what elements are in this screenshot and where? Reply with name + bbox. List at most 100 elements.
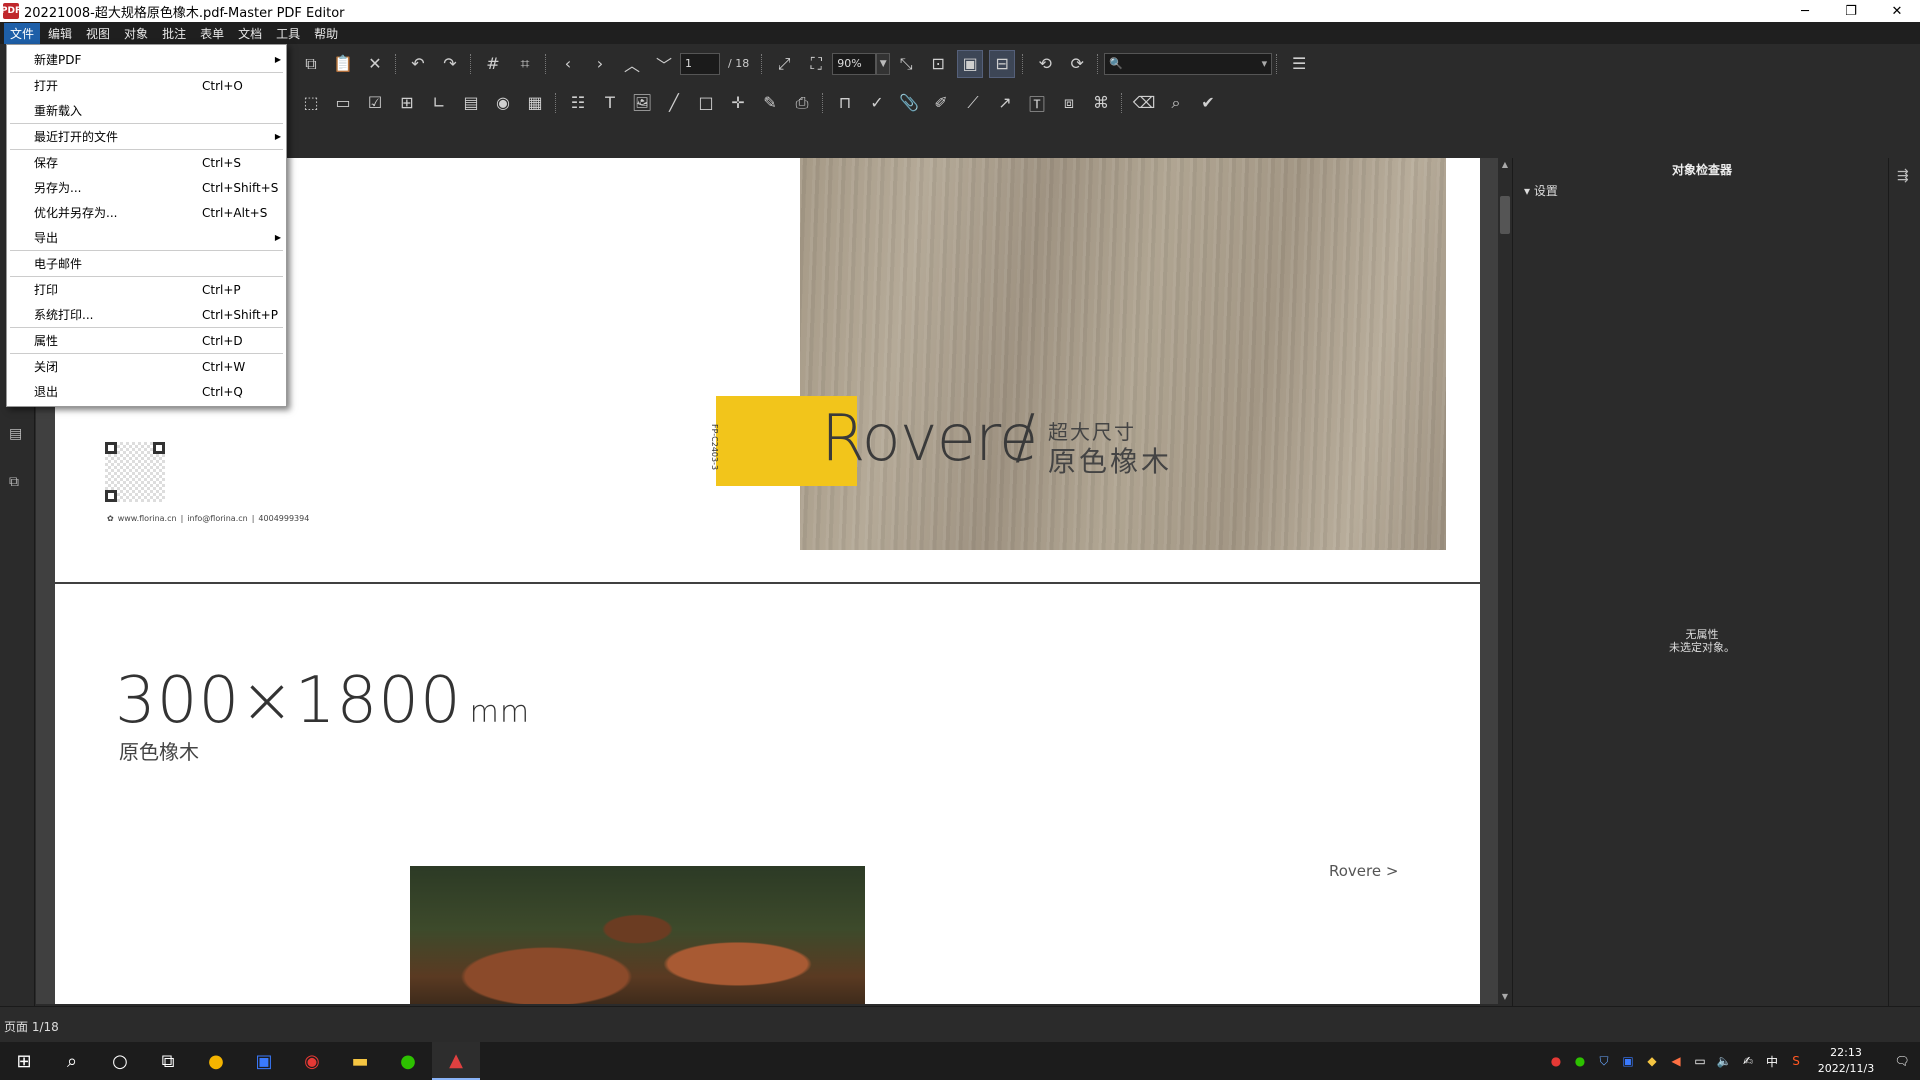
taskbar-search-icon[interactable]: ⌕ <box>48 1042 96 1080</box>
file-menu-item[interactable]: 新建PDF ▶ <box>7 47 286 72</box>
highlight-box-icon[interactable]: ⊓ <box>832 89 858 117</box>
file-menu-item[interactable]: 电子邮件 <box>7 251 286 276</box>
pencil-icon[interactable]: ✎ <box>757 89 783 117</box>
panel-divider[interactable] <box>1512 158 1513 1006</box>
wechat-icon[interactable]: ● <box>384 1042 432 1080</box>
tray-display-icon[interactable]: ▭ <box>1688 1042 1712 1080</box>
continuous-icon[interactable]: ⊟ <box>989 49 1016 78</box>
file-menu-item[interactable]: 重新载入 <box>7 98 286 123</box>
snap-grid-icon[interactable]: ⌗ <box>512 50 538 78</box>
stamp-icon[interactable]: ⎙ <box>789 89 815 117</box>
prev-page-icon[interactable]: ‹ <box>555 50 581 78</box>
add-text-icon[interactable]: T <box>597 89 623 117</box>
rotate-left-icon[interactable]: ⟲ <box>1032 50 1058 78</box>
next-page-icon[interactable]: › <box>587 50 613 78</box>
rotate-right-icon[interactable]: ⟳ <box>1064 50 1090 78</box>
text-field-icon[interactable]: ▭ <box>330 89 356 117</box>
rectangle-icon[interactable]: □ <box>693 89 719 117</box>
master-pdf-taskbar-icon[interactable]: ▲ <box>432 1042 480 1080</box>
file-menu-item[interactable]: 优化并另存为... Ctrl+Alt+S <box>7 200 286 225</box>
menu-4[interactable]: 批注 <box>156 23 192 44</box>
zoom-region-icon[interactable]: ⊡ <box>925 50 951 78</box>
last-page-icon[interactable]: ﹀ <box>651 50 677 78</box>
panel-options-icon[interactable]: ⇶ <box>1897 168 1909 184</box>
attach-icon[interactable]: 📎 <box>896 89 922 117</box>
signature-field-icon[interactable]: ▦ <box>522 89 548 117</box>
file-menu-item[interactable]: 最近打开的文件 ▶ <box>7 124 286 149</box>
task-view-icon[interactable]: ⧉ <box>144 1042 192 1080</box>
list-icon[interactable]: ∟ <box>426 89 452 117</box>
settings-section[interactable]: ▾ 设置 <box>1524 182 1558 199</box>
link-icon[interactable]: ⌘ <box>1088 89 1114 117</box>
menu-8[interactable]: 帮助 <box>308 23 344 44</box>
delete-icon[interactable]: ✕ <box>362 50 388 78</box>
volume-icon[interactable]: 🔈 <box>1712 1042 1736 1080</box>
first-page-icon[interactable]: ︿ <box>619 50 645 78</box>
text-box-icon[interactable]: 🅃 <box>1024 89 1050 117</box>
search-text-icon[interactable]: ⌕ <box>1163 89 1189 117</box>
file-menu-item[interactable]: 保存 Ctrl+S <box>7 150 286 175</box>
file-menu-item[interactable]: 打印 Ctrl+P <box>7 277 286 302</box>
actual-size-icon[interactable]: ⛶ <box>803 50 829 78</box>
shape-icon[interactable]: ✛ <box>725 89 751 117</box>
checkbox-icon[interactable]: ☑ <box>362 89 388 117</box>
tray-wechat-icon[interactable]: ● <box>1568 1042 1592 1080</box>
measure-icon[interactable]: ⧈ <box>1056 89 1082 117</box>
approve-icon[interactable]: ✔ <box>1195 89 1221 117</box>
chrome-icon[interactable]: ● <box>192 1042 240 1080</box>
ime-indicator[interactable]: 中 <box>1760 1042 1784 1080</box>
select-icon[interactable]: ⬚ <box>298 89 324 117</box>
notifications-icon[interactable]: 🗨 <box>1884 1042 1920 1080</box>
button-field-icon[interactable]: ⊞ <box>394 89 420 117</box>
pen-icon[interactable]: ✍ <box>1736 1042 1760 1080</box>
page-number-input[interactable] <box>680 52 720 75</box>
file-menu-item[interactable]: 打开 Ctrl+O <box>7 73 286 98</box>
menu-0[interactable]: 文件 <box>4 22 41 44</box>
bookmarks-panel-icon[interactable]: ▤ <box>9 426 27 442</box>
grid-icon[interactable]: # <box>480 50 506 78</box>
scroll-up-icon[interactable]: ▲ <box>1499 160 1511 172</box>
edit-text-icon[interactable]: ☷ <box>565 89 591 117</box>
menu-2[interactable]: 视图 <box>80 23 116 44</box>
redo-icon[interactable]: ↷ <box>437 50 463 78</box>
menu-5[interactable]: 表单 <box>194 23 230 44</box>
eraser-icon[interactable]: ⌫ <box>1131 89 1157 117</box>
fit-width-icon[interactable]: ⤡ <box>893 50 919 78</box>
menu-6[interactable]: 文档 <box>232 23 268 44</box>
file-explorer-icon[interactable]: ▬ <box>336 1042 384 1080</box>
checkmark-icon[interactable]: ✓ <box>864 89 890 117</box>
menu-7[interactable]: 工具 <box>270 23 306 44</box>
paste-icon[interactable]: 📋 <box>330 50 356 78</box>
arrow-icon[interactable]: ↗ <box>992 89 1018 117</box>
search-dropdown-icon[interactable]: ▾ <box>1262 57 1268 70</box>
file-menu-item[interactable]: 关闭 Ctrl+W <box>7 354 286 379</box>
clock[interactable]: 22:13 2022/11/3 <box>1808 1045 1884 1077</box>
tray-network-icon[interactable]: ◀ <box>1664 1042 1688 1080</box>
tray-shield-icon[interactable]: ⛉ <box>1592 1042 1616 1080</box>
file-menu-item[interactable]: 系统打印... Ctrl+Shift+P <box>7 302 286 327</box>
copy-icon[interactable]: ⧉ <box>298 50 324 78</box>
dingtalk-icon[interactable]: ▣ <box>240 1042 288 1080</box>
scroll-down-icon[interactable]: ▼ <box>1499 992 1511 1004</box>
menu-icon[interactable]: ☰ <box>1286 50 1312 78</box>
sogou-icon[interactable]: S <box>1784 1042 1808 1080</box>
minimize-button[interactable]: ─ <box>1782 0 1828 22</box>
fit-page-icon[interactable]: ⤢ <box>771 50 797 78</box>
cortana-icon[interactable]: ○ <box>96 1042 144 1080</box>
radio-icon[interactable]: ◉ <box>490 89 516 117</box>
tray-record-icon[interactable]: ● <box>1544 1042 1568 1080</box>
file-menu-item[interactable]: 退出 Ctrl+Q <box>7 379 286 404</box>
highlighter-icon[interactable]: ✐ <box>928 89 954 117</box>
pages-panel-icon[interactable]: ⧉ <box>9 474 27 490</box>
start-icon[interactable]: ⊞ <box>0 1042 48 1080</box>
file-menu-item[interactable]: 属性 Ctrl+D <box>7 328 286 353</box>
menu-1[interactable]: 编辑 <box>42 23 78 44</box>
draw-line-icon[interactable]: ⟋ <box>960 89 986 117</box>
search-input[interactable]: 🔍 ▾ <box>1104 52 1273 75</box>
menu-3[interactable]: 对象 <box>118 23 154 44</box>
recorder-icon[interactable]: ◉ <box>288 1042 336 1080</box>
combo-icon[interactable]: ▤ <box>458 89 484 117</box>
add-image-icon[interactable]: 🖼 <box>629 89 655 117</box>
zoom-dropdown-icon[interactable]: ▼ <box>876 52 891 75</box>
single-page-icon[interactable]: ▣ <box>957 49 984 78</box>
